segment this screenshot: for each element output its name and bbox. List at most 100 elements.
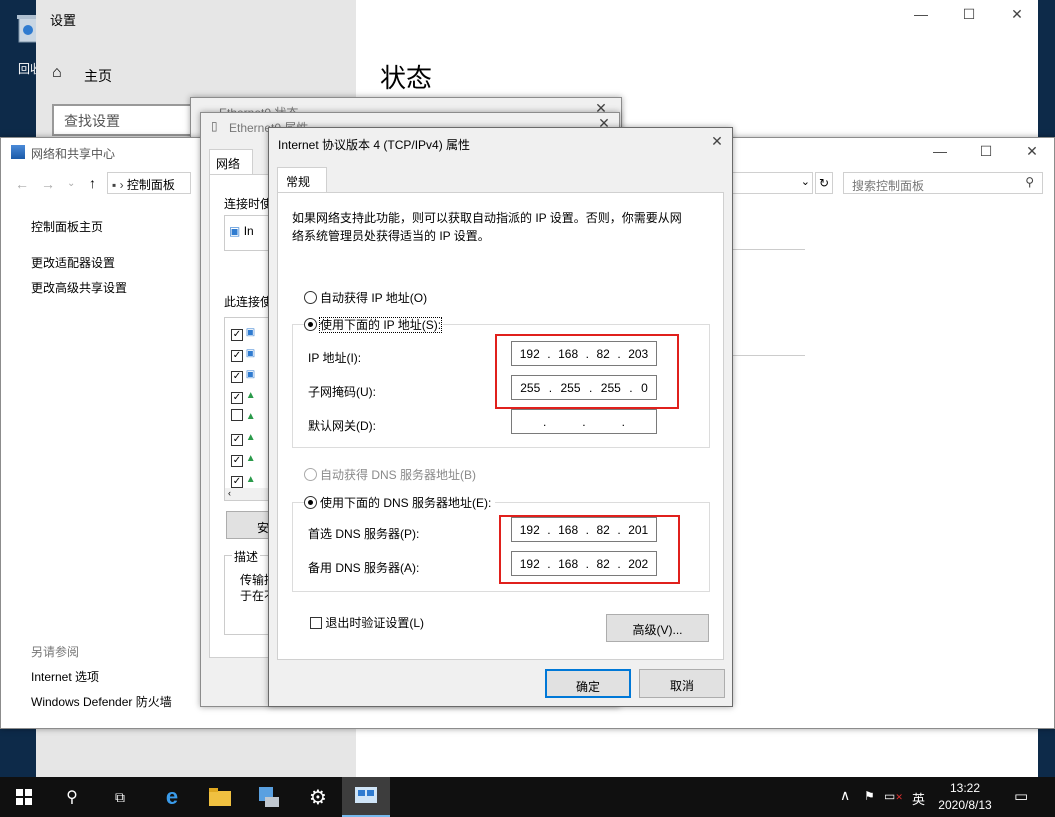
settings-search-input[interactable]: 查找设置	[52, 104, 212, 136]
internet-explorer-icon[interactable]: e	[148, 777, 196, 817]
start-button[interactable]	[0, 777, 48, 817]
cancel-button-label: 取消	[669, 679, 694, 693]
tab-network-label: 网络	[216, 157, 241, 171]
defender-link[interactable]: Windows Defender 防火墙	[31, 693, 172, 710]
recycle-bin-label: 回收	[18, 62, 38, 76]
network-center-taskbar-icon[interactable]	[342, 777, 390, 817]
nc-close-button[interactable]: ✕	[1017, 143, 1047, 160]
network-center-icon	[11, 145, 25, 159]
up-arrow-icon[interactable]: ↑	[89, 175, 96, 191]
ime-indicator[interactable]: 英	[912, 789, 925, 808]
radio-icon	[304, 291, 317, 304]
gateway-value: ...	[542, 415, 625, 429]
refresh-icon[interactable]: ↻	[815, 172, 833, 194]
see-also-heading: 另请参阅	[31, 645, 80, 659]
ipv4-close-button[interactable]: ✕	[702, 133, 732, 150]
breadcrumb-separator-icon: ▪ ›	[112, 178, 127, 192]
checkbox[interactable]: ✓	[231, 392, 243, 404]
advanced-button[interactable]: 高级(V)...	[606, 614, 709, 642]
tab-network[interactable]: 网络	[209, 149, 253, 175]
sidebar-item-sharing[interactable]: 更改高级共享设置	[31, 279, 127, 296]
action-center-icon[interactable]: ⚑	[864, 789, 875, 803]
cancel-button[interactable]: 取消	[639, 669, 725, 698]
internet-options-link[interactable]: Internet 选项	[31, 668, 99, 685]
page-title: 状态	[380, 63, 433, 93]
divider-line	[733, 249, 805, 250]
clock-date[interactable]: 2020/8/13	[932, 798, 998, 812]
task-view-icon[interactable]: ⧉	[96, 777, 144, 817]
alt-dns-label: 备用 DNS 服务器(A):	[308, 561, 420, 575]
checkbox[interactable]: ✓	[231, 350, 243, 362]
adapter-icon: ▣	[229, 224, 241, 238]
divider-line	[733, 355, 805, 356]
ip-highlight-box	[495, 334, 679, 409]
home-icon[interactable]: ⌂	[52, 64, 62, 82]
use-ip-radio[interactable]: 使用下面的 IP 地址(S):	[304, 316, 444, 333]
settings-search-placeholder: 查找设置	[64, 113, 120, 129]
use-ip-label: 使用下面的 IP 地址(S):	[318, 317, 443, 333]
use-dns-radio[interactable]: 使用下面的 DNS 服务器地址(E):	[304, 494, 496, 511]
checkbox[interactable]: ✓	[231, 476, 243, 488]
radio-icon	[304, 468, 317, 481]
description-label: 描述	[232, 548, 261, 565]
sidebar-item-home[interactable]: 控制面板主页	[31, 218, 103, 235]
forward-arrow-icon[interactable]: →	[41, 176, 55, 192]
checkbox	[310, 617, 322, 629]
radio-icon	[304, 496, 317, 509]
advanced-button-label: 高级(V)...	[632, 623, 683, 637]
settings-home[interactable]: 主页	[84, 66, 112, 86]
recent-chevron-icon[interactable]: ⌄	[67, 178, 75, 189]
mask-label: 子网掩码(U):	[308, 385, 376, 399]
ipv4-description: 如果网络支持此功能，则可以获取自动指派的 IP 设置。否则，你需要从网络系统管理…	[292, 211, 682, 243]
gateway-field[interactable]: ...	[511, 409, 657, 434]
checkbox[interactable]: ✓	[231, 434, 243, 446]
pref-dns-label: 首选 DNS 服务器(P):	[308, 527, 420, 541]
minimize-button[interactable]: —	[906, 6, 936, 22]
network-center-title: 网络和共享中心	[31, 147, 116, 161]
ipv4-panel: 如果网络支持此功能，则可以获取自动指派的 IP 设置。否则，你需要从网络系统管理…	[277, 192, 724, 660]
radio-icon	[304, 318, 317, 331]
settings-gear-icon[interactable]: ⚙	[294, 777, 342, 817]
file-explorer-icon[interactable]	[196, 777, 244, 817]
tab-general[interactable]: 常规	[277, 167, 327, 193]
nc-maximize-button[interactable]: ☐	[971, 143, 1001, 160]
back-arrow-icon[interactable]: ←	[15, 176, 29, 192]
search-icon[interactable]: ⚲	[48, 777, 96, 817]
nc-search-placeholder: 搜索控制面板	[852, 179, 925, 193]
ok-button-label: 确定	[575, 680, 600, 694]
adapter-name: In	[243, 224, 254, 238]
taskbar: ⚲ ⧉ e ⚙ ∧ ⚑ ▭✕ 英 13:22 2020/8/13 ▭	[0, 777, 1055, 817]
auto-dns-radio[interactable]: 自动获得 DNS 服务器地址(B)	[304, 466, 476, 483]
checkbox[interactable]: ✓	[231, 371, 243, 383]
address-bar-right[interactable]: ⌄	[733, 172, 813, 194]
ipv4-title: Internet 协议版本 4 (TCP/IPv4) 属性	[278, 138, 471, 152]
sidebar-item-adapter[interactable]: 更改适配器设置	[31, 254, 115, 271]
clock-time[interactable]: 13:22	[940, 781, 990, 795]
ok-button[interactable]: 确定	[545, 669, 631, 698]
server-manager-icon[interactable]	[244, 777, 292, 817]
address-bar[interactable]: ▪ › 控制面板	[107, 172, 191, 194]
notifications-icon[interactable]: ▭	[1014, 787, 1028, 805]
ip-label: IP 地址(I):	[308, 351, 362, 365]
settings-title: 设置	[50, 13, 77, 28]
nc-search-input[interactable]: 搜索控制面板 ⚲	[843, 172, 1043, 194]
checkbox[interactable]	[231, 409, 243, 421]
maximize-button[interactable]: ☐	[954, 6, 984, 23]
auto-ip-radio[interactable]: 自动获得 IP 地址(O)	[304, 289, 427, 306]
checkbox[interactable]: ✓	[231, 455, 243, 467]
auto-dns-label: 自动获得 DNS 服务器地址(B)	[320, 468, 477, 482]
gateway-label: 默认网关(D):	[308, 419, 376, 433]
checkbox[interactable]: ✓	[231, 329, 243, 341]
dns-highlight-box	[499, 515, 680, 584]
use-dns-label: 使用下面的 DNS 服务器地址(E):	[320, 496, 492, 510]
items-label: 此连接使	[224, 295, 273, 309]
validate-checkbox[interactable]: 退出时验证设置(L)	[310, 614, 424, 631]
chevron-up-icon[interactable]: ∧	[840, 787, 850, 804]
search-icon: ⚲	[1025, 175, 1034, 189]
close-button[interactable]: ✕	[1002, 6, 1032, 23]
network-warning-icon[interactable]: ▭✕	[884, 789, 903, 803]
breadcrumb[interactable]: 控制面板	[127, 178, 175, 192]
nc-minimize-button[interactable]: —	[925, 143, 955, 159]
tab-general-label: 常规	[286, 175, 311, 189]
connect-using-label: 连接时使	[224, 197, 273, 211]
